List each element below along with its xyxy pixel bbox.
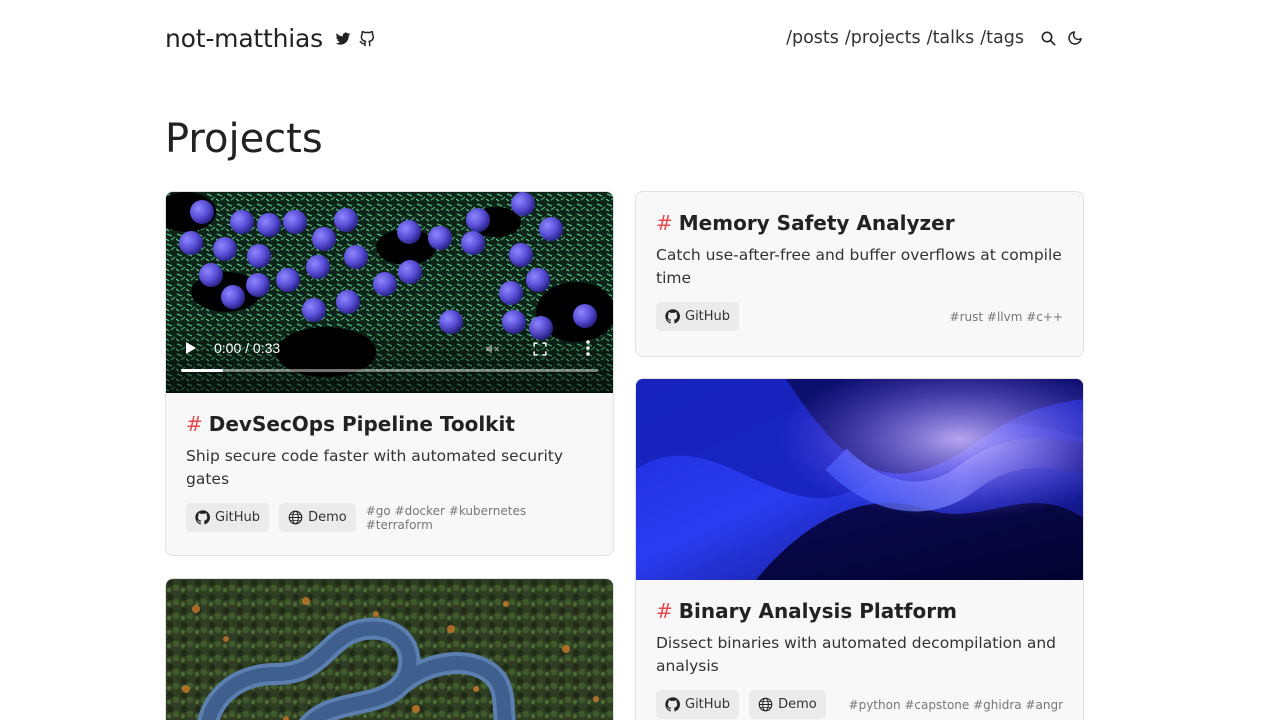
project-description: Catch use-after-free and buffer overflow… — [656, 246, 1062, 287]
video-time: 0:00 / 0:33 — [214, 340, 281, 356]
nav-talks[interactable]: /talks — [927, 28, 975, 48]
play-icon[interactable] — [186, 342, 196, 354]
github-button[interactable]: GitHub — [656, 690, 740, 719]
project-title[interactable]: # DevSecOps Pipeline Toolkit — [186, 411, 593, 437]
project-image — [636, 379, 1083, 580]
github-button[interactable]: GitHub — [186, 503, 270, 532]
aerial-road-image — [166, 579, 613, 720]
video-progress-track[interactable] — [181, 369, 598, 372]
page-title: Projects — [165, 116, 323, 162]
demo-button[interactable]: Demo — [749, 690, 826, 719]
project-description: Ship secure code faster with automated s… — [186, 447, 563, 488]
demo-button[interactable]: Demo — [279, 503, 356, 532]
github-icon — [665, 309, 680, 324]
project-card-binary-analysis: # Binary Analysis Platform Dissect binari… — [635, 378, 1084, 720]
search-icon[interactable] — [1040, 30, 1056, 46]
card-footer: GitHub Demo #python #capstone #ghidra #a… — [656, 690, 1063, 719]
project-tags[interactable]: #go #docker #kubernetes #terraform — [366, 504, 593, 532]
card-body: # Binary Analysis Platform Dissect binari… — [636, 580, 1083, 719]
project-image — [166, 579, 613, 720]
main-nav: /posts /projects /talks /tags — [780, 28, 1083, 48]
github-icon — [665, 697, 680, 712]
project-title[interactable]: # Binary Analysis Platform — [656, 598, 1063, 624]
twitter-icon[interactable] — [335, 31, 351, 47]
project-card-memory-safety: # Memory Safety Analyzer Catch use-after-… — [635, 191, 1084, 357]
brand: not-matthias — [165, 24, 375, 53]
project-card-road — [165, 578, 614, 720]
nav-projects[interactable]: /projects — [845, 28, 921, 48]
fullscreen-icon[interactable] — [533, 342, 547, 356]
github-icon — [195, 510, 210, 525]
github-button[interactable]: GitHub — [656, 302, 740, 331]
more-options-icon[interactable] — [586, 340, 590, 356]
video-progress-fill — [181, 369, 223, 372]
card-footer: GitHub #rust #llvm #c++ — [656, 302, 1063, 331]
project-title[interactable]: # Memory Safety Analyzer — [656, 210, 1063, 236]
nav-tags[interactable]: /tags — [980, 28, 1024, 48]
abstract-waves-image — [636, 379, 1083, 580]
mute-icon[interactable] — [484, 341, 500, 357]
project-tags[interactable]: #python #capstone #ghidra #angr — [849, 698, 1063, 712]
project-tags[interactable]: #rust #llvm #c++ — [950, 310, 1063, 324]
video-controls: 0:00 / 0:33 — [166, 321, 613, 393]
project-description: Dissect binaries with automated decompil… — [656, 634, 1057, 675]
project-video[interactable]: 0:00 / 0:33 — [166, 192, 613, 393]
card-body: # DevSecOps Pipeline Toolkit Ship secure … — [166, 393, 613, 532]
globe-icon — [288, 510, 303, 525]
card-body: # Memory Safety Analyzer Catch use-after-… — [636, 192, 1083, 331]
site-name-link[interactable]: not-matthias — [165, 24, 323, 53]
github-icon[interactable] — [359, 30, 375, 47]
globe-icon — [758, 697, 773, 712]
site-header: not-matthias /posts /projects /talks /ta… — [165, 24, 1083, 56]
nav-posts[interactable]: /posts — [786, 28, 839, 48]
card-footer: GitHub Demo #go #docker #kubernetes #ter… — [186, 503, 593, 532]
moon-icon[interactable] — [1067, 30, 1083, 46]
project-card-devsecops: 0:00 / 0:33 # DevSecOps Pipeline Toolkit … — [165, 191, 614, 556]
